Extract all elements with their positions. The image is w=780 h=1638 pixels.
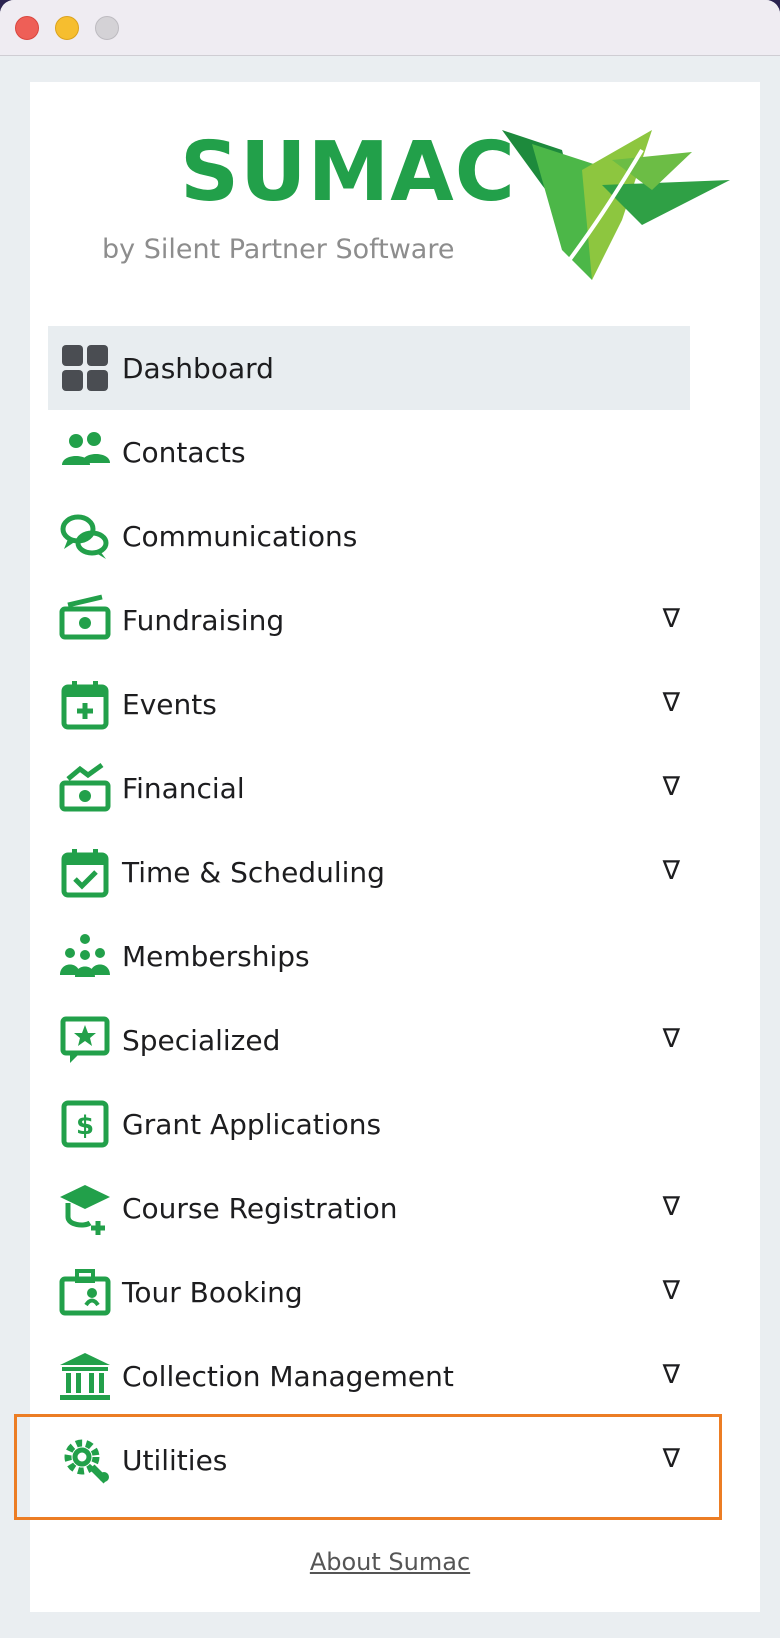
people-icon — [56, 423, 114, 481]
nav-item-collection-management[interactable]: Collection Management ∇ — [48, 1334, 690, 1418]
calendar-check-icon — [56, 843, 114, 901]
star-bubble-icon — [56, 1011, 114, 1069]
expand-caret-icon[interactable]: ∇ — [663, 1026, 680, 1052]
logo-tagline: by Silent Partner Software — [102, 234, 455, 265]
expand-caret-icon[interactable]: ∇ — [663, 1194, 680, 1220]
nav-item-label: Collection Management — [122, 1359, 454, 1393]
navigation-panel: SUMAC by Silent Partner Software Dashboa… — [30, 82, 760, 1612]
nav-item-specialized[interactable]: Specialized ∇ — [48, 998, 690, 1082]
nav-item-label: Memberships — [122, 939, 310, 973]
nav-item-tour-booking[interactable]: Tour Booking ∇ — [48, 1250, 690, 1334]
svg-text:$: $ — [76, 1111, 94, 1141]
expand-caret-icon[interactable]: ∇ — [663, 690, 680, 716]
nav-item-communications[interactable]: Communications — [48, 494, 690, 578]
logo-wordmark: SUMAC — [180, 125, 516, 220]
nav-item-label: Time & Scheduling — [122, 855, 385, 889]
nav-item-financial[interactable]: Financial ∇ — [48, 746, 690, 830]
expand-caret-icon[interactable]: ∇ — [663, 774, 680, 800]
dashboard-grid-icon — [56, 339, 114, 397]
nav-item-label: Specialized — [122, 1023, 281, 1057]
app-window: SUMAC by Silent Partner Software Dashboa… — [0, 0, 780, 1638]
nav-item-time-and-scheduling[interactable]: Time & Scheduling ∇ — [48, 830, 690, 914]
graduation-cap-icon — [56, 1179, 114, 1237]
minimize-window-button[interactable] — [55, 16, 79, 40]
nav-item-label: Course Registration — [122, 1191, 398, 1225]
title-bar — [0, 0, 780, 56]
expand-caret-icon[interactable]: ∇ — [663, 858, 680, 884]
chat-bubbles-icon — [56, 507, 114, 565]
nav-item-fundraising[interactable]: Fundraising ∇ — [48, 578, 690, 662]
leaf-icon — [502, 130, 730, 280]
maximize-window-button[interactable] — [95, 16, 119, 40]
nav-item-label: Grant Applications — [122, 1107, 382, 1141]
expand-caret-icon[interactable]: ∇ — [663, 606, 680, 632]
sumac-logo: SUMAC by Silent Partner Software — [70, 125, 730, 292]
main-navigation: Dashboard Contacts Communications Fundraisi… — [48, 326, 690, 1502]
nav-item-label: Financial — [122, 771, 245, 805]
money-icon — [56, 591, 114, 649]
expand-caret-icon[interactable]: ∇ — [663, 1362, 680, 1388]
nav-item-label: Fundraising — [122, 603, 285, 637]
nav-item-dashboard[interactable]: Dashboard — [48, 326, 690, 410]
briefcase-icon — [56, 1263, 114, 1321]
nav-item-course-registration[interactable]: Course Registration ∇ — [48, 1166, 690, 1250]
close-window-button[interactable] — [15, 16, 39, 40]
dollar-document-icon: $ — [56, 1095, 114, 1153]
expand-caret-icon[interactable]: ∇ — [663, 1278, 680, 1304]
museum-icon — [56, 1347, 114, 1405]
about-sumac-link[interactable]: About Sumac — [0, 1548, 780, 1576]
nav-item-contacts[interactable]: Contacts — [48, 410, 690, 494]
nav-item-grant-applications[interactable]: $ Grant Applications — [48, 1082, 690, 1166]
nav-item-events[interactable]: Events ∇ — [48, 662, 690, 746]
nav-item-label: Tour Booking — [122, 1275, 303, 1309]
nav-item-label: Communications — [122, 519, 358, 553]
nav-item-label: Contacts — [122, 435, 246, 469]
group-icon — [56, 927, 114, 985]
nav-item-label: Events — [122, 687, 217, 721]
money-trend-icon — [56, 759, 114, 817]
calendar-plus-icon — [56, 675, 114, 733]
utilities-highlight-box — [14, 1414, 722, 1520]
nav-item-memberships[interactable]: Memberships — [48, 914, 690, 998]
nav-item-label: Dashboard — [122, 351, 274, 385]
